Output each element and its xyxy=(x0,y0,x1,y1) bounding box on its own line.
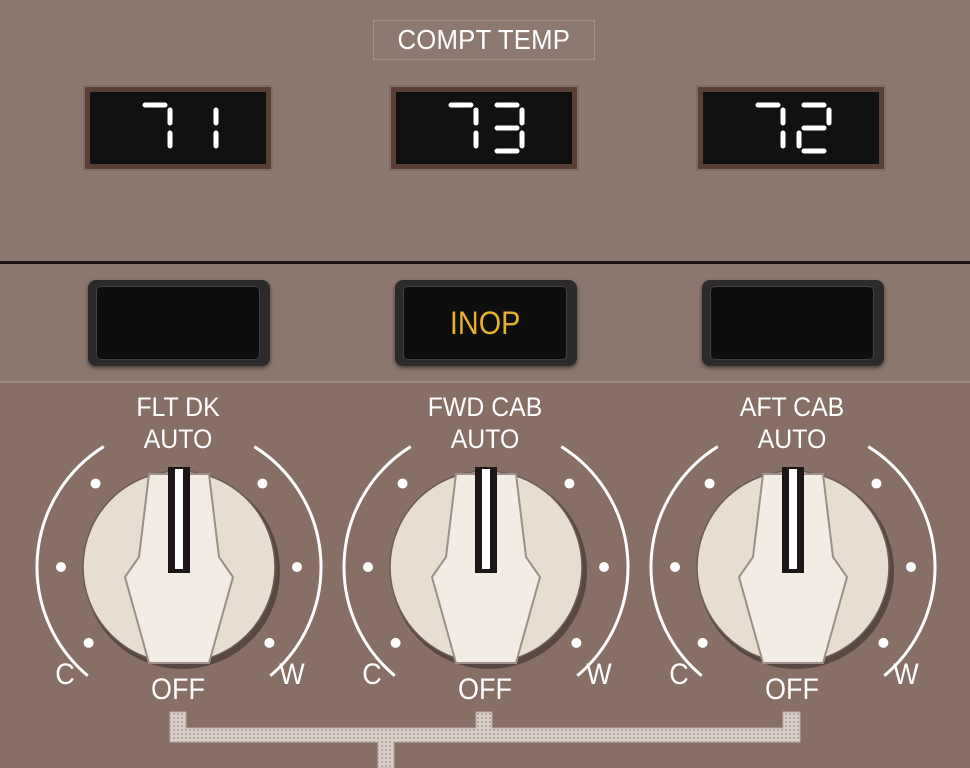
scale-dot xyxy=(878,637,889,648)
fwd-cab-warm-label: W xyxy=(586,658,612,691)
scale-dot xyxy=(363,562,373,572)
scale-dot xyxy=(257,478,268,489)
scale-dot xyxy=(571,637,582,648)
scale-dot xyxy=(871,478,882,489)
scale-dot xyxy=(397,478,408,489)
scale-dot xyxy=(56,562,66,572)
fwd-cab-name-label: FWD CAB xyxy=(427,392,543,422)
scale-dot xyxy=(564,478,575,489)
scale-dot xyxy=(670,562,680,572)
scale-dot xyxy=(292,562,302,572)
scale-dot xyxy=(390,637,401,648)
aft-cab-cool-label: C xyxy=(669,658,689,691)
fwd-cab-auto-label: AUTO xyxy=(450,424,520,454)
aft-cab-off-label: OFF xyxy=(765,673,819,706)
selector-knobs xyxy=(35,445,937,677)
pointer-line xyxy=(789,469,797,569)
temperature-control-panel: COMPT TEMP 71 73 72 INOP FLT DK A xyxy=(0,0,970,768)
scale-dot xyxy=(704,478,715,489)
flt-dk-off-label: OFF xyxy=(151,673,205,706)
aft-cab-name-label: AFT CAB xyxy=(739,392,845,422)
aft-cab-temp-selector[interactable] xyxy=(649,445,937,677)
scale-dot xyxy=(697,637,708,648)
scale-dot xyxy=(83,637,94,648)
fwd-cab-temp-selector[interactable] xyxy=(342,445,630,677)
flt-dk-cool-label: C xyxy=(55,658,75,691)
flt-dk-temp-selector[interactable] xyxy=(35,445,323,677)
pointer-line xyxy=(482,469,490,569)
scale-dot xyxy=(906,562,916,572)
aft-cab-auto-label: AUTO xyxy=(757,424,827,454)
flt-dk-auto-label: AUTO xyxy=(143,424,213,454)
scale-dot xyxy=(90,478,101,489)
pointer-line xyxy=(175,469,183,569)
flt-dk-name-label: FLT DK xyxy=(136,392,220,422)
scale-dot xyxy=(264,637,275,648)
fwd-cab-cool-label: C xyxy=(362,658,382,691)
aft-cab-warm-label: W xyxy=(893,658,919,691)
flt-dk-warm-label: W xyxy=(279,658,305,691)
fwd-cab-off-label: OFF xyxy=(458,673,512,706)
scale-dot xyxy=(599,562,609,572)
